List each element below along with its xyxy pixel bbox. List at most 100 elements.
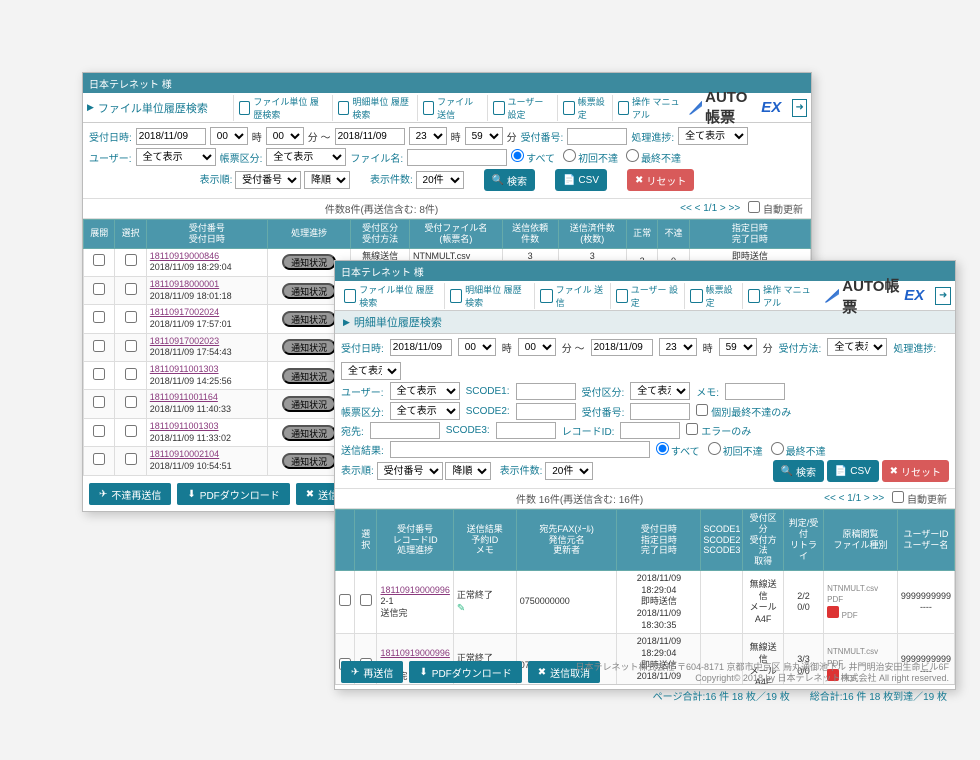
pdf-download-button[interactable]: ⬇ PDFダウンロード [177, 483, 289, 505]
hour-from-select[interactable]: 00 [210, 127, 248, 145]
tool-detail-history[interactable]: 明細単位 履歴検索 [332, 95, 411, 121]
radio-initfail[interactable] [563, 149, 576, 162]
order-select-1[interactable]: 受付番号 [377, 462, 443, 480]
partial-only-checkbox[interactable] [696, 404, 708, 416]
status-button[interactable]: 通知状況 [282, 339, 336, 355]
date-to-input[interactable] [591, 339, 653, 356]
memo-input[interactable] [725, 383, 785, 400]
order-select-1[interactable]: 受付番号 [235, 171, 301, 189]
accno-link[interactable]: 18110917002024 [150, 307, 219, 317]
expand-checkbox[interactable] [93, 425, 105, 437]
pdf-download-button[interactable]: ⬇ PDFダウンロード [409, 661, 521, 683]
accno-input[interactable] [630, 403, 690, 420]
status-button[interactable]: 通知状況 [282, 368, 336, 384]
scode3-input[interactable] [496, 422, 556, 439]
tool-file-send[interactable]: ファイル 送信 [534, 283, 603, 309]
tool-detail-history[interactable]: 明細単位 履歴検索 [444, 283, 529, 309]
radio-finalfail[interactable] [626, 149, 639, 162]
status-button[interactable]: 通知状況 [282, 254, 336, 270]
tool-manual[interactable]: 操作 マニュアル [612, 95, 683, 121]
expand-checkbox[interactable] [93, 311, 105, 323]
expand-checkbox[interactable] [93, 396, 105, 408]
tool-form-settings[interactable]: 帳票設定 [557, 95, 605, 121]
hour-to-select[interactable]: 23 [659, 338, 697, 356]
select-checkbox[interactable] [125, 340, 137, 352]
radio-finalfail[interactable] [771, 442, 784, 455]
user-select[interactable]: 全て表示 [390, 382, 460, 400]
user-select[interactable]: 全て表示 [136, 148, 216, 166]
csv-button[interactable]: 📄 CSV [555, 169, 607, 191]
resend-fail-button[interactable]: ✈ 不達再送信 [89, 483, 171, 505]
accno-link[interactable]: 18110919000996 [380, 585, 449, 595]
min-from-select[interactable]: 00 [266, 127, 304, 145]
accno-link[interactable]: 18110911001303 [150, 421, 219, 431]
dest-input[interactable] [370, 422, 440, 439]
count-select[interactable]: 20件 [545, 462, 593, 480]
radio-initfail[interactable] [708, 442, 721, 455]
status-select[interactable]: 全て表示 [678, 127, 748, 145]
reset-button[interactable]: ✖ リセット [627, 169, 694, 191]
accno-link[interactable]: 18110918000001 [150, 279, 219, 289]
status-button[interactable]: 通知状況 [282, 311, 336, 327]
expand-checkbox[interactable] [93, 453, 105, 465]
accno-link[interactable]: 18110919000846 [150, 251, 219, 261]
date-from-input[interactable] [390, 339, 452, 356]
scode1-input[interactable] [516, 383, 576, 400]
accno-link[interactable]: 18110911001303 [150, 364, 219, 374]
formcat-select[interactable]: 全て表示 [390, 402, 460, 420]
expand-checkbox[interactable] [93, 368, 105, 380]
min-from-select[interactable]: 00 [518, 338, 556, 356]
pdf-icon[interactable] [827, 606, 839, 618]
result-input[interactable] [390, 441, 650, 458]
accno-link[interactable]: 18110917002023 [150, 336, 219, 346]
select-checkbox[interactable] [360, 594, 372, 606]
select-checkbox[interactable] [125, 396, 137, 408]
send-method-select[interactable]: 全て表示 [827, 338, 887, 356]
min-to-select[interactable]: 59 [465, 127, 503, 145]
csv-button[interactable]: 📄 CSV [827, 460, 879, 482]
count-select[interactable]: 20件 [416, 171, 464, 189]
hour-to-select[interactable]: 23 [409, 127, 447, 145]
expand-checkbox[interactable] [93, 254, 105, 266]
pager[interactable]: << < 1/1 > >> [680, 203, 740, 214]
expand-checkbox[interactable] [339, 594, 351, 606]
order-select-2[interactable]: 降順 [304, 171, 350, 189]
pager[interactable]: << < 1/1 > >> [824, 493, 884, 504]
select-checkbox[interactable] [125, 453, 137, 465]
table-scroll[interactable]: 選択受付番号 レコードID 処理進捗送信結果 予約ID メモ宛先FAX(ﾒｰﾙ)… [335, 509, 955, 684]
tool-file-send[interactable]: ファイル 送信 [417, 95, 481, 121]
expand-checkbox[interactable] [93, 283, 105, 295]
order-select-2[interactable]: 降順 [445, 462, 491, 480]
tool-user-settings[interactable]: ユーザー 設定 [487, 95, 551, 121]
pencil-icon[interactable]: ✎ [457, 603, 465, 614]
status-button[interactable]: 通知状況 [282, 453, 336, 469]
select-checkbox[interactable] [125, 425, 137, 437]
err-only-checkbox[interactable] [686, 423, 698, 435]
recid-input[interactable] [620, 422, 680, 439]
auto-refresh-checkbox[interactable] [892, 491, 904, 503]
tool-manual[interactable]: 操作 マニュアル [742, 283, 819, 309]
radio-all[interactable] [656, 442, 669, 455]
date-from-input[interactable] [136, 128, 206, 145]
status-button[interactable]: 通知状況 [282, 283, 336, 299]
formcat-select[interactable]: 全て表示 [266, 148, 346, 166]
scode2-input[interactable] [516, 403, 576, 420]
search-button[interactable]: 🔍 検索 [484, 169, 535, 191]
accno-link[interactable]: 18110919000996 [380, 648, 449, 658]
tool-form-settings[interactable]: 帳票設定 [684, 283, 735, 309]
date-to-input[interactable] [335, 128, 405, 145]
search-button[interactable]: 🔍 検索 [773, 460, 824, 482]
select-checkbox[interactable] [125, 254, 137, 266]
accno-link[interactable]: 18110911001164 [150, 392, 218, 402]
status-select[interactable]: 全て表示 [341, 362, 401, 380]
reset-button[interactable]: ✖ リセット [882, 460, 949, 482]
accno-input[interactable] [567, 128, 627, 145]
logout-button[interactable]: ➜ [935, 287, 951, 305]
select-checkbox[interactable] [125, 283, 137, 295]
status-button[interactable]: 通知状況 [282, 425, 336, 441]
acckbn-select[interactable]: 全て表示 [630, 382, 690, 400]
min-to-select[interactable]: 59 [719, 338, 757, 356]
status-button[interactable]: 通知状況 [282, 396, 336, 412]
auto-refresh-checkbox[interactable] [748, 201, 760, 213]
select-checkbox[interactable] [125, 368, 137, 380]
